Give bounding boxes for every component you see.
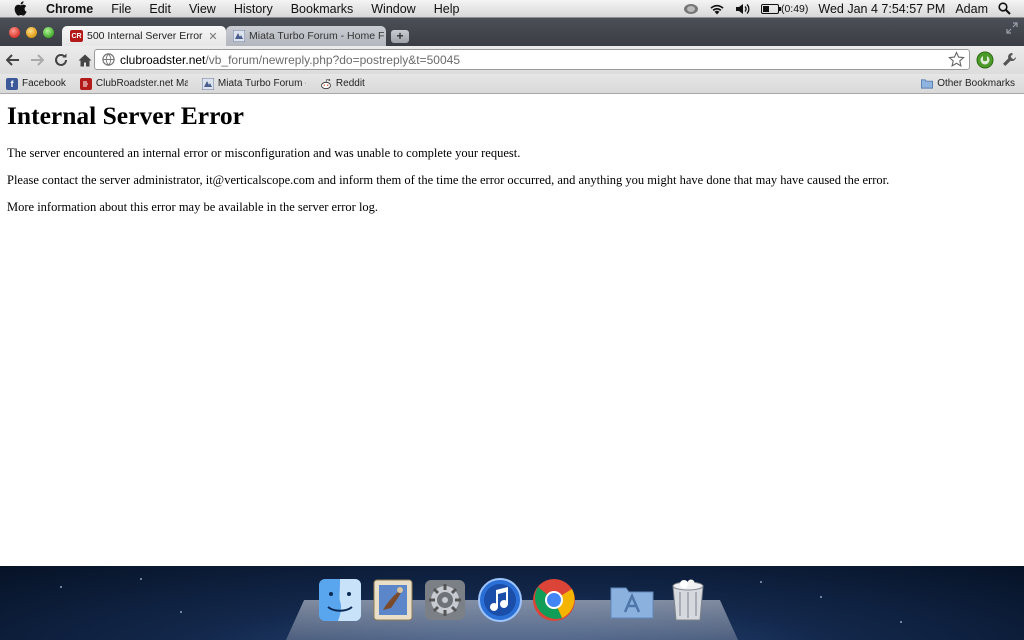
tab-miata-turbo-forum[interactable]: Miata Turbo Forum - Home F [226,26,386,46]
applications-folder-icon[interactable] [608,576,656,624]
browser-window: CR 500 Internal Server Error ✕ Miata Tur… [0,18,1024,566]
log-message: More information about this error may be… [7,200,379,214]
menu-clock[interactable]: Wed Jan 4 7:54:57 PM [813,0,950,18]
menu-help[interactable]: Help [425,0,469,18]
bookmark-star-icon[interactable] [948,51,965,68]
menu-history[interactable]: History [225,0,282,18]
menu-view[interactable]: View [180,0,225,18]
bookmark-miata-turbo-forum[interactable]: Miata Turbo Forum - [201,77,306,90]
clubroadster-favicon-icon: CR [70,30,83,43]
home-button[interactable] [74,49,96,71]
home-icon [78,54,92,66]
clubroadster-icon [79,77,92,90]
apple-menu-icon[interactable] [14,1,30,17]
activity-monitor-icon[interactable] [678,0,704,18]
address-bar[interactable]: clubroadster.net/vb_forum/newreply.php?d… [94,49,970,70]
battery-icon [760,3,781,14]
tab-500-internal-server-error[interactable]: CR 500 Internal Server Error ✕ [62,26,226,46]
page-content: Internal Server Error The server encount… [0,95,1024,566]
menu-bookmarks[interactable]: Bookmarks [282,0,363,18]
page-info-icon[interactable] [100,52,116,68]
forward-button[interactable] [26,49,48,71]
menu-window[interactable]: Window [362,0,424,18]
tab-title: 500 Internal Server Error [87,30,203,42]
bookmark-facebook[interactable]: f Facebook [6,77,66,90]
page-title: Internal Server Error [7,101,244,130]
miata-icon [201,77,214,90]
mail-icon[interactable] [369,576,417,624]
bookmark-label: ClubRoadster.net Ma [95,78,188,89]
reload-icon [55,53,67,66]
spotlight-search-icon[interactable] [993,0,1016,18]
star-decoration [140,578,142,580]
tab-title: Miata Turbo Forum - Home F [249,30,385,42]
bookmark-label: Miata Turbo Forum - [217,78,306,89]
star-decoration [760,581,762,583]
fullscreen-icon[interactable] [1006,21,1018,34]
star-decoration [180,611,182,613]
bookmark-reddit[interactable]: Reddit [320,78,365,90]
menu-edit[interactable]: Edit [140,0,180,18]
volume-icon[interactable] [730,0,756,18]
star-decoration [60,586,62,588]
url-host: clubroadster.net [120,52,206,67]
wrench-menu-icon[interactable] [1001,51,1019,69]
trash-icon[interactable] [664,576,712,624]
other-bookmarks[interactable]: Other Bookmarks [921,77,1015,89]
contact-message: Please contact the server administrator,… [7,173,890,187]
window-minimize-button[interactable] [26,27,37,38]
error-message: The server encountered an internal error… [7,146,521,160]
window-close-button[interactable] [9,27,20,38]
new-tab-button[interactable]: + [391,30,409,43]
bookmark-label: Facebook [22,78,66,89]
browser-toolbar: clubroadster.net/vb_forum/newreply.php?d… [0,46,1024,74]
menu-bar: Chrome File Edit View History Bookmarks … [0,0,1024,18]
bookmark-label: Reddit [335,78,365,89]
other-bookmarks-label: Other Bookmarks [937,77,1015,89]
extension-icon[interactable] [976,51,994,69]
chrome-icon[interactable] [530,576,578,624]
reload-button[interactable] [50,49,72,71]
cr-favicon-text: CR [70,30,83,42]
menu-app-name[interactable]: Chrome [44,0,102,18]
battery-time: (0:49) [780,2,809,15]
desktop-background [0,566,1024,640]
star-decoration [820,596,822,598]
tab-close-icon[interactable]: ✕ [206,30,220,43]
reddit-icon [320,78,332,90]
battery-status[interactable]: (0:49) [756,0,813,18]
url-path: /vb_forum/newreply.php?do=postreply&t=50… [205,52,461,67]
back-button[interactable] [2,49,24,71]
forward-arrow-icon [31,54,44,66]
star-decoration [900,621,902,623]
folder-icon [921,77,934,89]
itunes-icon[interactable] [476,576,524,624]
miata-favicon-icon [232,30,245,43]
finder-icon[interactable] [316,576,364,624]
tab-strip: CR 500 Internal Server Error ✕ Miata Tur… [0,18,1024,46]
system-preferences-icon[interactable] [421,576,469,624]
facebook-icon: f [6,77,18,90]
window-zoom-button[interactable] [43,27,54,38]
menu-file[interactable]: File [102,0,140,18]
bookmark-clubroadster[interactable]: ClubRoadster.net Ma [79,77,188,90]
back-arrow-icon [6,54,19,66]
menu-extras: (0:49) Wed Jan 4 7:54:57 PM Adam [678,0,1024,18]
menu-user[interactable]: Adam [950,0,993,18]
bookmarks-bar: f Facebook ClubRoadster.net Ma Miata Tur… [0,74,1024,94]
wifi-icon[interactable] [704,0,730,18]
